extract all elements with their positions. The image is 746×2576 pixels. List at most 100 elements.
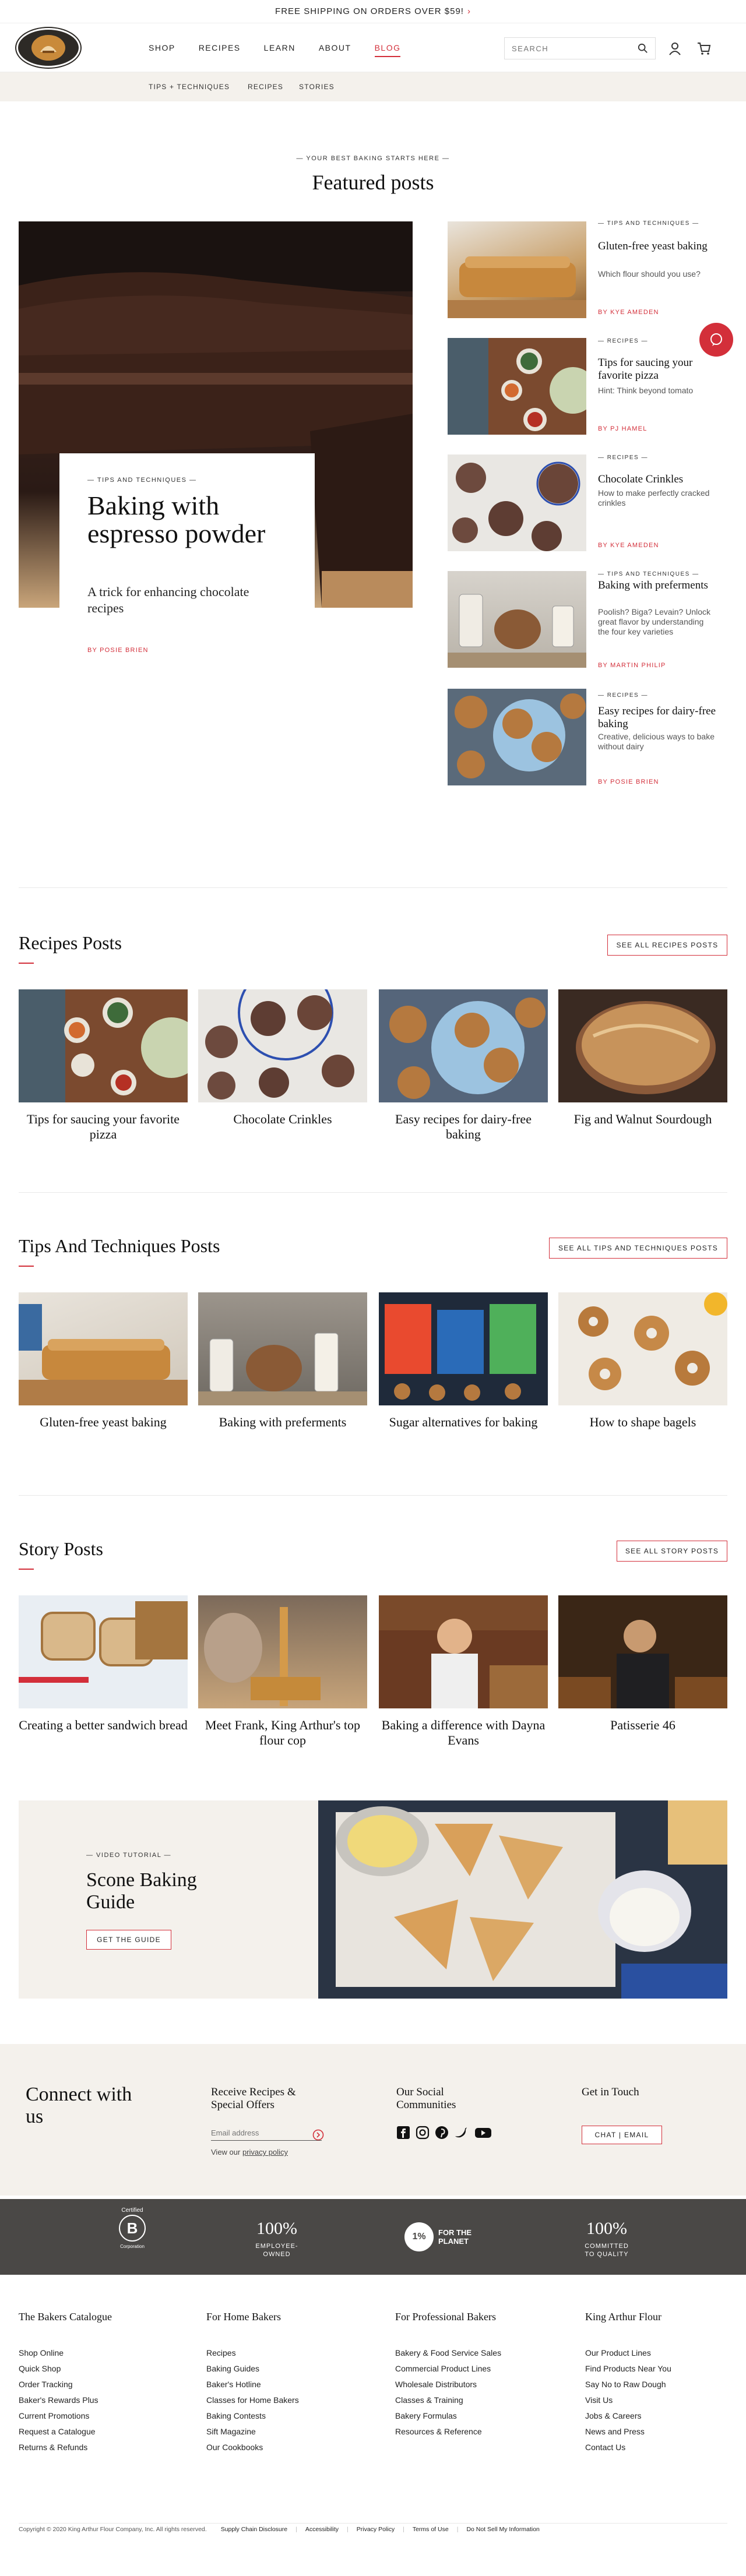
side-title-5[interactable]: Easy recipes for dairy-free baking xyxy=(598,705,720,731)
legal-link-terms[interactable]: Terms of Use xyxy=(413,2526,449,2533)
tutorial-image[interactable] xyxy=(318,1800,727,1999)
footer-link[interactable]: Returns & Refunds xyxy=(19,2440,193,2455)
privacy-policy-link[interactable]: privacy policy xyxy=(242,2148,288,2156)
footer-link[interactable]: Recipes xyxy=(206,2345,381,2361)
tips-card-image-3[interactable] xyxy=(379,1292,548,1405)
footer-link[interactable]: Classes for Home Bakers xyxy=(206,2392,381,2408)
footer-link[interactable]: Visit Us xyxy=(585,2392,725,2408)
recipes-card-image-2[interactable] xyxy=(198,989,367,1102)
see-all-tips-button[interactable]: SEE ALL TIPS AND TECHNIQUES POSTS xyxy=(549,1238,727,1259)
footer-link[interactable]: Commercial Product Lines xyxy=(395,2361,570,2377)
cart-icon[interactable] xyxy=(696,41,712,56)
nav-blog[interactable]: BLOG xyxy=(374,43,401,57)
footer-link[interactable]: Quick Shop xyxy=(19,2361,193,2377)
chat-email-button[interactable]: CHAT | EMAIL xyxy=(582,2126,662,2144)
shipping-banner[interactable]: FREE SHIPPING ON ORDERS OVER $59! › xyxy=(0,0,746,23)
footer-link[interactable]: Our Cookbooks xyxy=(206,2440,381,2455)
tips-card-title-4[interactable]: How to shape bagels xyxy=(558,1415,727,1430)
footer-link[interactable]: Baker's Rewards Plus xyxy=(19,2392,193,2408)
story-card-image-4[interactable] xyxy=(558,1595,727,1708)
recipes-card-image-1[interactable] xyxy=(19,989,188,1102)
subnav-stories[interactable]: STORIES xyxy=(299,83,335,91)
legal-link-do-not-sell[interactable]: Do Not Sell My Information xyxy=(466,2526,539,2533)
featured-main-card[interactable]: — TIPS AND TECHNIQUES — Baking with espr… xyxy=(59,453,315,655)
side-byline-5[interactable]: BY POSIE BRIEN xyxy=(598,778,659,785)
subnav-recipes[interactable]: RECIPES xyxy=(248,83,283,91)
footer-link[interactable]: Baking Contests xyxy=(206,2408,381,2424)
story-card-image-2[interactable] xyxy=(198,1595,367,1708)
pinterest-icon[interactable] xyxy=(435,2126,449,2140)
tips-card-image-2[interactable] xyxy=(198,1292,367,1405)
recipes-card-image-4[interactable] xyxy=(558,989,727,1102)
footer-link[interactable]: Contact Us xyxy=(585,2440,725,2455)
see-all-story-button[interactable]: SEE ALL STORY POSTS xyxy=(617,1541,727,1562)
side-thumb-2[interactable] xyxy=(448,338,586,435)
get-the-guide-button[interactable]: GET THE GUIDE xyxy=(86,1930,171,1950)
footer-link[interactable]: Classes & Training xyxy=(395,2392,570,2408)
side-byline-4[interactable]: BY MARTIN PHILIP xyxy=(598,662,666,669)
tips-card-title-2[interactable]: Baking with preferments xyxy=(198,1415,367,1430)
see-all-recipes-button[interactable]: SEE ALL RECIPES POSTS xyxy=(607,935,727,956)
footer-link[interactable]: Request a Catalogue xyxy=(19,2424,193,2440)
side-title-4[interactable]: Baking with preferments xyxy=(598,579,715,592)
footer-link[interactable]: Bakery Formulas xyxy=(395,2408,570,2424)
side-byline-2[interactable]: BY PJ HAMEL xyxy=(598,425,648,432)
search-icon[interactable] xyxy=(638,43,648,54)
side-byline-1[interactable]: BY KYE AMEDEN xyxy=(598,309,659,316)
chat-bubble-button[interactable] xyxy=(699,323,733,357)
subnav-tips[interactable]: TIPS + TECHNIQUES xyxy=(149,83,230,91)
nav-about[interactable]: ABOUT xyxy=(319,43,351,52)
recipes-card-image-3[interactable] xyxy=(379,989,548,1102)
side-thumb-3[interactable] xyxy=(448,454,586,551)
story-card-image-1[interactable] xyxy=(19,1595,188,1708)
footer-link[interactable]: Say No to Raw Dough xyxy=(585,2377,725,2392)
account-icon[interactable] xyxy=(667,41,682,56)
side-thumb-5[interactable] xyxy=(448,689,586,785)
story-card-title-4[interactable]: Patisserie 46 xyxy=(558,1718,727,1733)
recipes-card-title-3[interactable]: Easy recipes for dairy-free baking xyxy=(379,1112,548,1142)
footer-link[interactable]: Wholesale Distributors xyxy=(395,2377,570,2392)
facebook-icon[interactable] xyxy=(396,2126,410,2140)
footer-link[interactable]: Baker's Hotline xyxy=(206,2377,381,2392)
story-card-image-3[interactable] xyxy=(379,1595,548,1708)
recipes-card-title-2[interactable]: Chocolate Crinkles xyxy=(198,1112,367,1127)
side-thumb-4[interactable] xyxy=(448,571,586,668)
submit-arrow-icon[interactable] xyxy=(312,2129,324,2141)
logo[interactable] xyxy=(16,28,80,68)
side-title-2[interactable]: Tips for saucing your favorite pizza xyxy=(598,357,715,382)
featured-main-byline[interactable]: BY POSIE BRIEN xyxy=(87,647,149,654)
legal-link-accessibility[interactable]: Accessibility xyxy=(305,2526,339,2533)
story-card-title-2[interactable]: Meet Frank, King Arthur's top flour cop xyxy=(198,1718,367,1748)
footer-link[interactable]: Bakery & Food Service Sales xyxy=(395,2345,570,2361)
search-input[interactable] xyxy=(512,44,628,53)
side-thumb-1[interactable] xyxy=(448,221,586,318)
footer-link[interactable]: Sift Magazine xyxy=(206,2424,381,2440)
story-card-title-1[interactable]: Creating a better sandwich bread xyxy=(19,1718,188,1733)
footer-link[interactable]: Jobs & Careers xyxy=(585,2408,725,2424)
tips-card-image-1[interactable] xyxy=(19,1292,188,1405)
recipes-card-title-1[interactable]: Tips for saucing your favorite pizza xyxy=(19,1112,188,1142)
footer-link[interactable]: Find Products Near You xyxy=(585,2361,725,2377)
side-title-1[interactable]: Gluten-free yeast baking xyxy=(598,240,715,253)
email-input[interactable] xyxy=(211,2129,304,2137)
tips-card-title-1[interactable]: Gluten-free yeast baking xyxy=(19,1415,188,1430)
footer-link[interactable]: News and Press xyxy=(585,2424,725,2440)
nav-recipes[interactable]: RECIPES xyxy=(199,43,241,52)
twitter-icon[interactable] xyxy=(454,2126,469,2140)
footer-link[interactable]: Resources & Reference xyxy=(395,2424,570,2440)
recipes-card-title-4[interactable]: Fig and Walnut Sourdough xyxy=(558,1112,727,1127)
legal-link-supply-chain[interactable]: Supply Chain Disclosure xyxy=(221,2526,287,2533)
tips-card-image-4[interactable] xyxy=(558,1292,727,1405)
instagram-icon[interactable] xyxy=(416,2126,430,2140)
story-card-title-3[interactable]: Baking a difference with Dayna Evans xyxy=(379,1718,548,1748)
footer-link[interactable]: Baking Guides xyxy=(206,2361,381,2377)
footer-link[interactable]: Our Product Lines xyxy=(585,2345,725,2361)
side-byline-3[interactable]: BY KYE AMEDEN xyxy=(598,542,659,549)
footer-link[interactable]: Shop Online xyxy=(19,2345,193,2361)
email-field[interactable] xyxy=(211,2128,322,2141)
nav-shop[interactable]: SHOP xyxy=(149,43,175,52)
legal-link-privacy[interactable]: Privacy Policy xyxy=(357,2526,395,2533)
youtube-icon[interactable] xyxy=(474,2126,492,2140)
side-title-3[interactable]: Chocolate Crinkles xyxy=(598,473,715,486)
footer-link[interactable]: Order Tracking xyxy=(19,2377,193,2392)
